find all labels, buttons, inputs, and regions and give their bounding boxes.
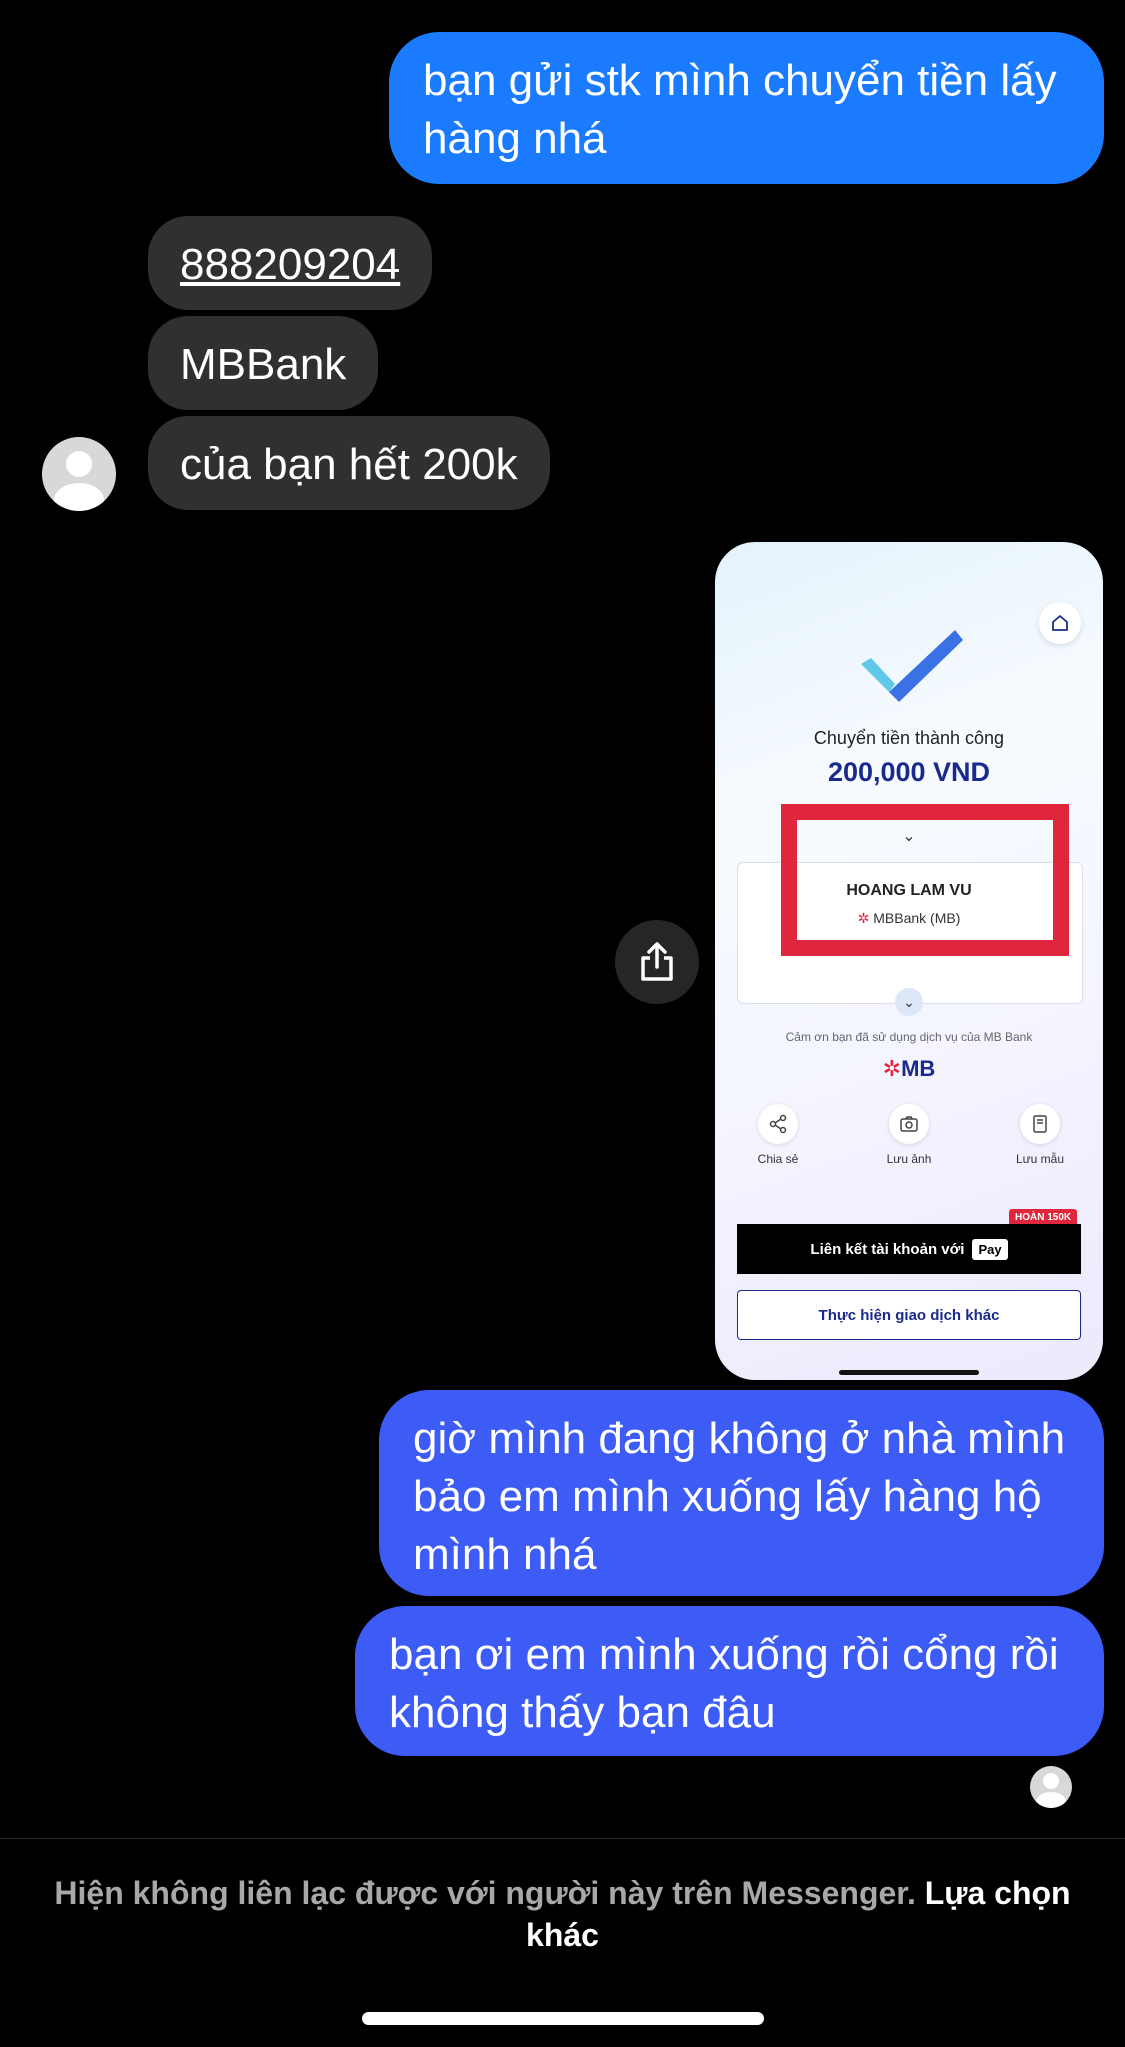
divider bbox=[0, 1838, 1125, 1839]
incoming-message[interactable]: của bạn hết 200k bbox=[148, 416, 550, 510]
action-label: Lưu mẫu bbox=[1015, 1152, 1065, 1166]
chevron-down-icon: ⌄ bbox=[895, 988, 923, 1016]
share-action: Chia sẻ bbox=[723, 1104, 833, 1166]
share-button[interactable] bbox=[615, 920, 699, 1004]
save-template-action: Lưu mẫu bbox=[985, 1104, 1095, 1166]
mb-logo-text: MB bbox=[901, 1056, 936, 1081]
other-transaction-button: Thực hiện giao dịch khác bbox=[737, 1290, 1081, 1340]
transfer-status-title: Chuyển tiền thành công bbox=[813, 728, 1005, 748]
home-button bbox=[1039, 602, 1081, 644]
action-label: Chia sẻ bbox=[757, 1152, 799, 1166]
read-receipt-avatar bbox=[1030, 1766, 1072, 1808]
incoming-message[interactable]: 888209204 bbox=[148, 216, 433, 310]
account-number-link[interactable]: 888209204 bbox=[180, 240, 400, 289]
unreachable-notice: Hiện không liên lạc được với người này t… bbox=[40, 1872, 1085, 1956]
message-text: bạn gửi stk mình chuyển tiền lấy hàng nh… bbox=[423, 56, 1057, 163]
notice-text: Hiện không liên lạc được với người này t… bbox=[54, 1875, 916, 1911]
transfer-amount: 200,000 VND bbox=[827, 757, 991, 787]
checkmark-icon bbox=[861, 630, 963, 702]
share-nodes-icon bbox=[769, 1114, 787, 1134]
message-text: giờ mình đang không ở nhà mình bảo em mì… bbox=[413, 1414, 1066, 1579]
outgoing-message[interactable]: bạn ơi em mình xuống rồi cổng rồi không … bbox=[355, 1606, 1104, 1756]
mb-logo: ✲MB bbox=[715, 1056, 1103, 1082]
home-indicator[interactable] bbox=[362, 2012, 764, 2025]
camera-icon bbox=[900, 1116, 918, 1132]
apple-pay-mark-text: Pay bbox=[978, 1241, 1002, 1257]
incoming-message[interactable]: MBBank bbox=[148, 316, 379, 410]
contact-avatar[interactable] bbox=[42, 437, 116, 511]
outgoing-message[interactable]: giờ mình đang không ở nhà mình bảo em mì… bbox=[379, 1390, 1104, 1596]
save-image-action: Lưu ảnh bbox=[854, 1104, 964, 1166]
outgoing-message[interactable]: bạn gửi stk mình chuyển tiền lấy hàng nh… bbox=[389, 32, 1104, 184]
apple-pay-mark: Pay bbox=[972, 1238, 1008, 1260]
message-text: bạn ơi em mình xuống rồi cổng rồi không … bbox=[389, 1630, 1059, 1737]
home-icon bbox=[1052, 615, 1068, 631]
message-text: của bạn hết 200k bbox=[180, 440, 518, 489]
receipt-image[interactable]: Chuyển tiền thành công 200,000 VND ⌄ HOA… bbox=[715, 542, 1103, 1380]
mb-star-icon: ✲ bbox=[882, 1056, 902, 1081]
thanks-text: Cảm ơn bạn đã sử dụng dịch vụ của MB Ban… bbox=[785, 1030, 1033, 1044]
receipt-home-indicator bbox=[839, 1370, 979, 1375]
highlight-box bbox=[781, 804, 1069, 956]
share-icon bbox=[641, 942, 673, 981]
message-text: MBBank bbox=[180, 340, 347, 389]
apple-pay-label: Liên kết tài khoản với bbox=[810, 1240, 965, 1258]
template-icon bbox=[1033, 1115, 1047, 1133]
apple-pay-link-button: Liên kết tài khoản với Pay bbox=[737, 1224, 1081, 1274]
action-label: Lưu ảnh bbox=[886, 1152, 932, 1166]
